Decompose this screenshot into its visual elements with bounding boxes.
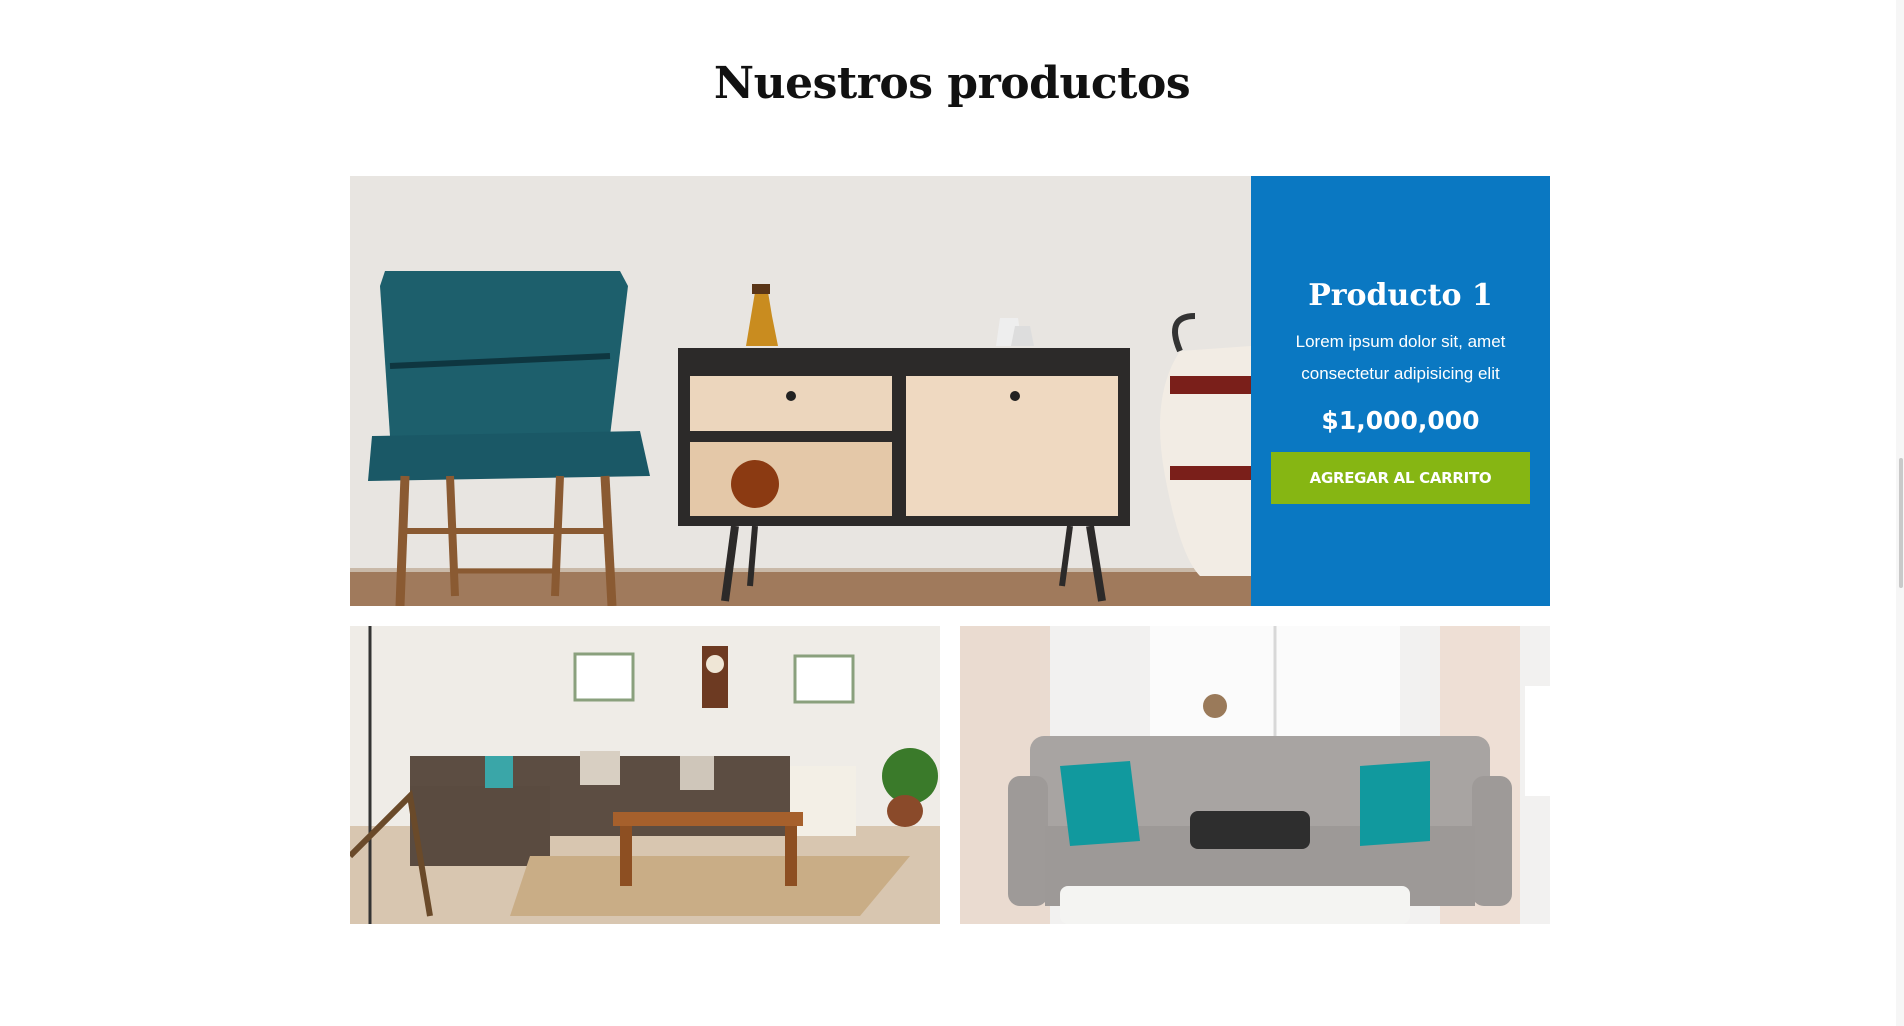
add-to-cart-button[interactable]: AGREGAR AL CARRITO [1271,452,1530,504]
featured-product-card: Producto 1 Lorem ipsum dolor sit, amet c… [350,176,1550,606]
products-section: Nuestros productos Producto 1 Lorem ipsu… [0,0,1904,1026]
section-title: Nuestros productos [713,58,1191,109]
product-name: Producto 1 [1308,278,1493,313]
scrollbar-thumb[interactable] [1899,458,1903,588]
featured-product-info: Producto 1 Lorem ipsum dolor sit, amet c… [1251,176,1550,606]
product-price: $1,000,000 [1321,406,1480,435]
featured-product-image [350,176,1251,606]
product-description: Lorem ipsum dolor sit, amet consectetur … [1295,332,1506,383]
living-room-image[interactable] [350,626,940,924]
sofa-image[interactable] [960,626,1550,924]
page-scrollbar[interactable] [1896,0,1904,1026]
